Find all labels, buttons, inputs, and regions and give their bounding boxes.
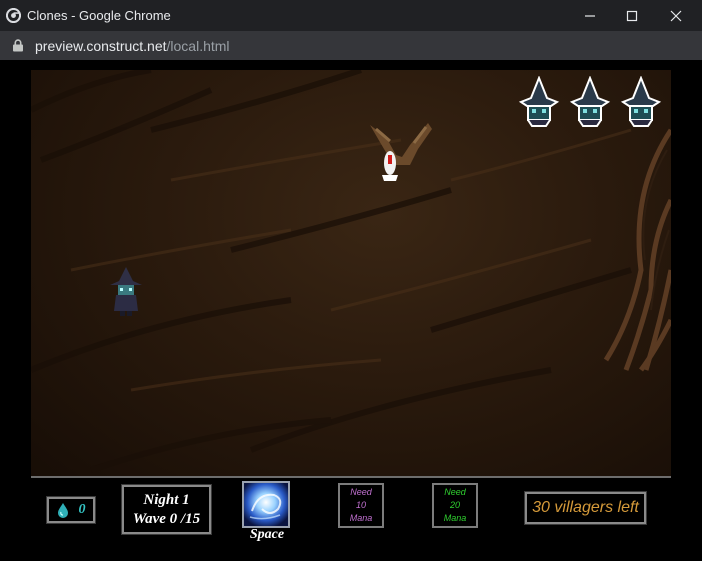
window-titlebar: Clones - Google Chrome	[0, 0, 702, 31]
minimize-button[interactable]	[570, 0, 610, 31]
skill-3-line-2: 20	[449, 500, 460, 510]
hud-divider	[31, 476, 671, 478]
player-witch-icon	[110, 267, 142, 316]
skill-slot-2[interactable]: Need 10 Mana	[338, 483, 384, 528]
skill-3-line-1: Need	[444, 487, 466, 497]
url-path: /local.html	[166, 38, 230, 54]
vortex-skill-icon	[244, 483, 288, 526]
chrome-logo-icon	[6, 8, 21, 23]
skill-slot-3[interactable]: Need 20 Mana	[432, 483, 478, 528]
url-host: preview.construct.net	[35, 38, 167, 54]
skill-2-line-3: Mana	[349, 513, 373, 523]
villagers-left: 30 villagers left	[524, 491, 647, 525]
skill-3-line-3: Mana	[443, 513, 467, 523]
wave-label: Wave 0 /15	[132, 510, 201, 527]
close-button[interactable]	[656, 0, 696, 31]
witch-life-icon	[620, 76, 662, 127]
url-text: preview.construct.net/local.html	[35, 38, 230, 54]
space-key-label: Space	[249, 527, 285, 542]
maximize-button[interactable]	[612, 0, 652, 31]
game-canvas[interactable]	[31, 70, 671, 477]
close-icon	[670, 10, 682, 21]
night-label: Night 1	[143, 491, 190, 508]
skill-2-line-1: Need	[350, 487, 372, 497]
mana-counter: 0	[46, 496, 96, 524]
witch-life-icon	[569, 76, 611, 127]
game-viewport: 0 Night 1 Wave 0 /15 Space Need 10 Mana	[0, 60, 702, 561]
minimize-icon	[585, 14, 595, 17]
maximize-icon	[626, 10, 638, 21]
lock-icon	[13, 39, 23, 52]
mana-drop-icon	[57, 503, 68, 518]
witch-life-icon	[518, 76, 560, 127]
wave-status: Night 1 Wave 0 /15	[121, 484, 212, 535]
window-title: Clones - Google Chrome	[27, 8, 171, 23]
space-skill-button[interactable]	[242, 481, 290, 528]
address-bar[interactable]: preview.construct.net/local.html	[0, 31, 702, 60]
bird-enemy-icon	[370, 123, 432, 181]
skill-2-line-2: 10	[355, 500, 366, 510]
mana-value: 0	[78, 502, 86, 517]
